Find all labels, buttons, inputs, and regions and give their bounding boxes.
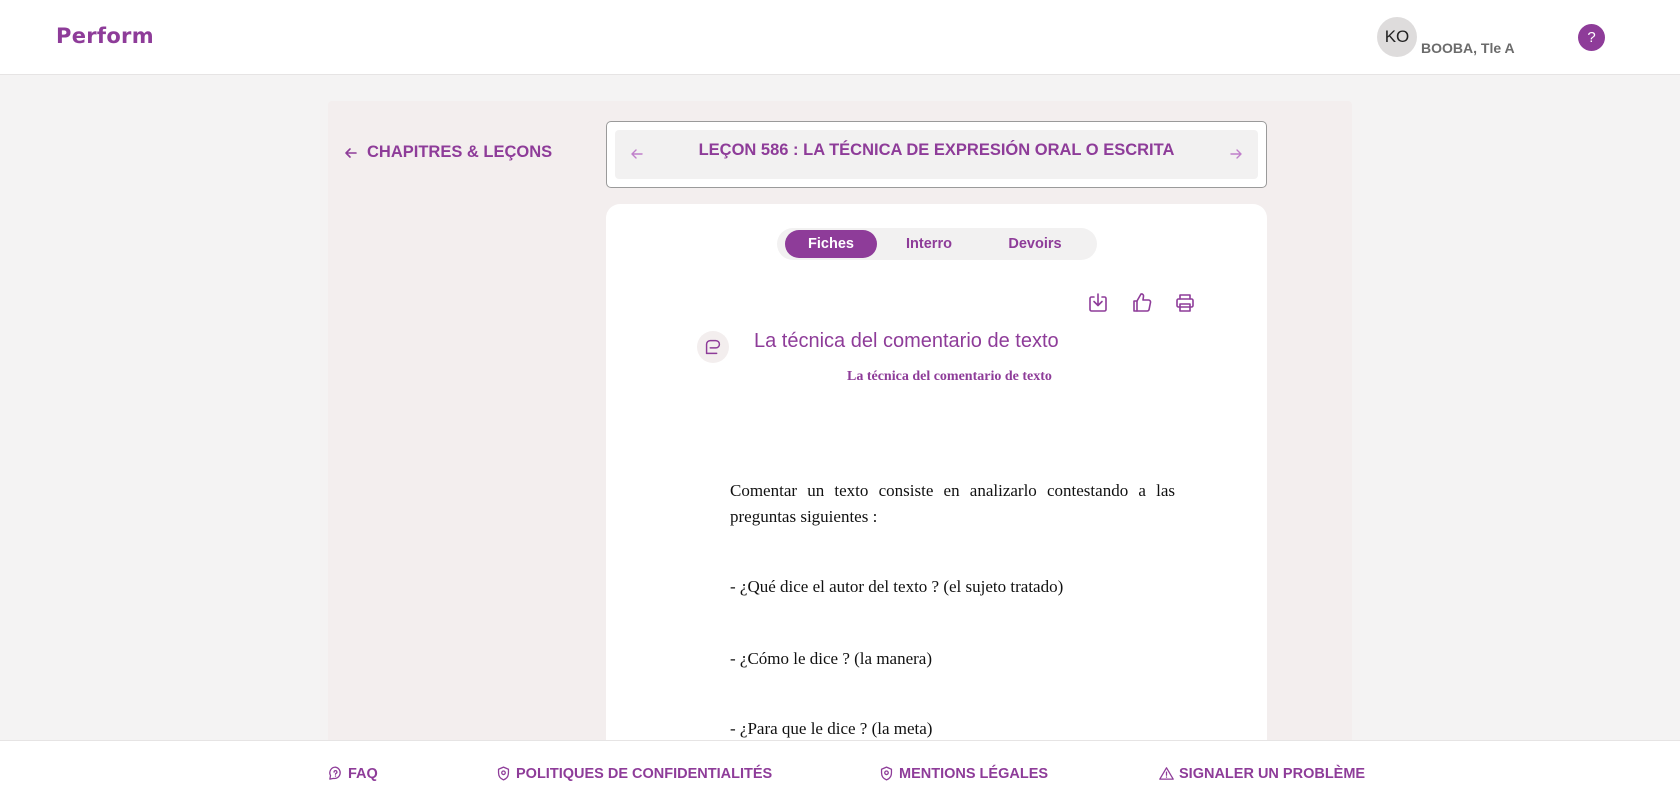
lesson-header: LEÇON 586 : LA TÉCNICA DE EXPRESIÓN ORAL… [606, 121, 1267, 188]
help-button[interactable]: ? [1578, 24, 1605, 51]
back-to-chapters-link[interactable]: CHAPITRES & LEÇONS [343, 143, 552, 162]
avatar[interactable]: KO [1377, 17, 1417, 57]
document-paragraph: - ¿Qué dice el autor del texto ? (el suj… [730, 577, 1064, 596]
lesson-title: LEÇON 586 : LA TÉCNICA DE EXPRESIÓN ORAL… [698, 141, 1175, 159]
footer-link-faq[interactable]: FAQ [327, 765, 378, 782]
question-icon: ? [1587, 29, 1596, 46]
user-name: BOOBA, Tle A [1421, 40, 1515, 56]
print-icon [1176, 294, 1194, 312]
comment-button[interactable] [697, 331, 729, 363]
top-bar: Perform KO BOOBA, Tle A ? [0, 0, 1680, 75]
back-link-label: CHAPITRES & LEÇONS [367, 143, 553, 161]
arrow-left-icon [345, 147, 357, 158]
tab-fiches[interactable]: Fiches [785, 230, 877, 258]
footer-link-label: FAQ [348, 765, 378, 782]
footer-link-label: MENTIONS LÉGALES [899, 765, 1049, 782]
lesson-header-inner: LEÇON 586 : LA TÉCNICA DE EXPRESIÓN ORAL… [615, 130, 1258, 179]
document-paragraph: - ¿Para que le dice ? (la meta) [730, 719, 933, 738]
comment-icon [705, 339, 721, 355]
footer-link-label: POLITIQUES DE CONFIDENTIALITÉS [516, 765, 773, 782]
document-paragraph: - ¿Cómo le dice ? (la manera) [730, 649, 933, 668]
footer-link-privacy[interactable]: POLITIQUES DE CONFIDENTIALITÉS [495, 765, 772, 782]
shield-icon [497, 766, 510, 781]
footer-link-label: SIGNALER UN PROBLÈME [1179, 765, 1366, 782]
footer-link-report[interactable]: SIGNALER UN PROBLÈME [1158, 765, 1365, 782]
like-button[interactable] [1130, 291, 1154, 315]
footer-link-legal[interactable]: MENTIONS LÉGALES [878, 765, 1048, 782]
app-logo[interactable]: Perform [56, 24, 154, 48]
document-subtitle: La técnica del comentario de texto [847, 369, 1052, 384]
shield-icon [880, 766, 893, 781]
tab-interro[interactable]: Interro [881, 230, 977, 258]
download-button[interactable] [1086, 291, 1110, 315]
footer: FAQ POLITIQUES DE CONFIDENTIALITÉS MENTI… [0, 740, 1680, 808]
document-paragraph: Comentar un texto consiste en analizarlo… [730, 481, 1175, 526]
arrow-right-icon[interactable] [1228, 146, 1244, 162]
warning-icon [1159, 767, 1174, 780]
thumbs-up-icon [1133, 293, 1152, 312]
tab-devoirs[interactable]: Devoirs [981, 230, 1089, 258]
download-icon [1089, 293, 1107, 312]
document-title: La técnica del comentario de texto [754, 330, 1059, 352]
print-button[interactable] [1173, 291, 1197, 315]
faq-icon [329, 766, 341, 780]
content-tabs: Fiches Interro Devoirs [777, 228, 1097, 260]
